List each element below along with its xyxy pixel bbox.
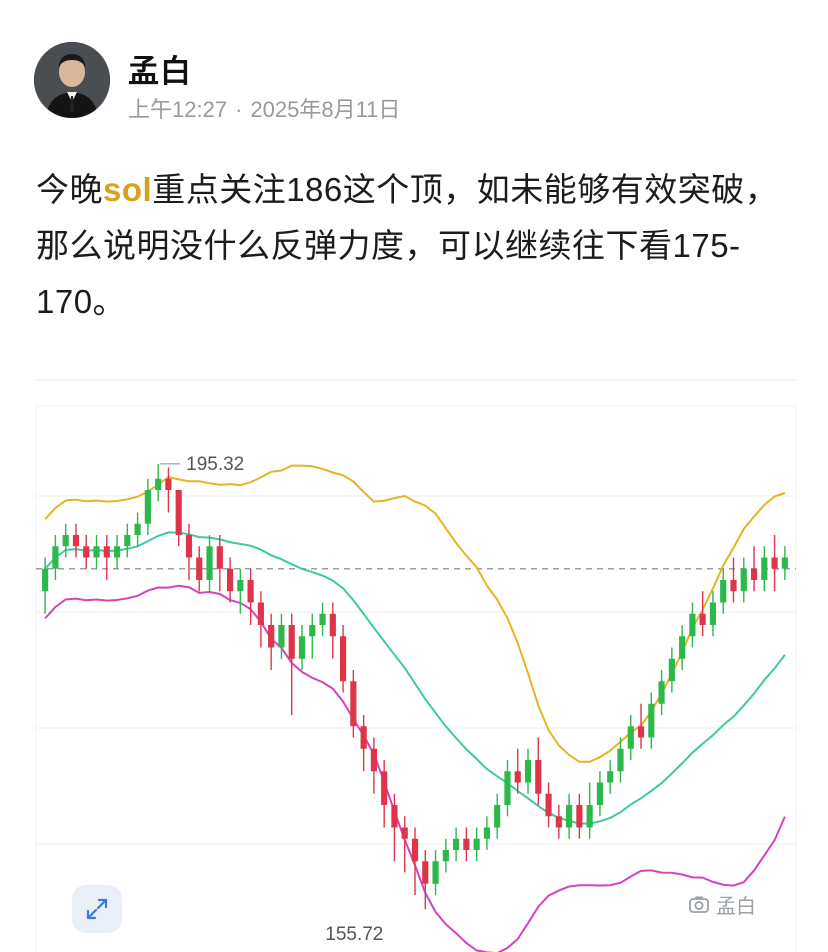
candle-body <box>504 771 511 805</box>
candle-body <box>566 805 573 828</box>
candle-body <box>319 613 326 625</box>
post-text-before: 今晚 <box>36 171 103 208</box>
candle-body <box>226 568 234 592</box>
expand-button[interactable] <box>72 885 122 933</box>
candle-body <box>52 546 59 569</box>
candle-body <box>155 478 162 490</box>
candle-body <box>617 748 624 772</box>
candle-body <box>627 726 634 749</box>
candles-group <box>42 463 788 910</box>
watermark-text: 孟白 <box>716 896 756 918</box>
upper-band-line <box>44 464 786 763</box>
candle-body <box>709 602 717 625</box>
candle-body <box>83 546 90 558</box>
candle-body <box>175 490 182 535</box>
candle-body <box>699 613 706 625</box>
candle-body <box>555 816 562 828</box>
candle-body <box>196 557 203 580</box>
candle-body <box>411 838 419 862</box>
candle-body <box>730 580 737 592</box>
candle-body <box>432 861 439 884</box>
candle-body <box>586 805 593 828</box>
candle-body <box>463 838 470 850</box>
candle-body <box>340 636 347 682</box>
candle-body <box>391 805 398 828</box>
candle-body <box>689 613 696 637</box>
candle-body <box>329 613 336 637</box>
candle-body <box>535 760 542 794</box>
candle-body <box>494 805 501 828</box>
candle-body <box>422 861 429 884</box>
candle-body <box>483 827 490 839</box>
post-time: 上午12:27 <box>128 97 228 122</box>
candle-body <box>42 568 49 592</box>
candle-body <box>381 771 388 805</box>
post-highlight-sol[interactable]: sol <box>103 171 152 208</box>
candle-body <box>185 535 193 558</box>
candle-body <box>524 760 532 783</box>
candle-body <box>124 535 131 547</box>
post-meta: 上午12:27 · 2025年8月11日 <box>128 92 400 124</box>
candle-body <box>144 490 151 524</box>
candle-body <box>576 805 583 828</box>
candle-body <box>648 703 655 738</box>
candle-body <box>720 580 727 603</box>
candle-body <box>607 771 614 783</box>
candle-body <box>761 557 768 580</box>
candlestick-chart: 195.32 155.72 <box>35 379 797 952</box>
post-text: 今晚sol重点关注186这个顶，如未能够有效突破，那么说明没什么反弹力度，可以继… <box>36 162 806 330</box>
candle-body <box>658 681 665 704</box>
candle-body <box>93 546 100 558</box>
camera-icon <box>689 896 709 913</box>
candle-body <box>350 681 357 727</box>
candle-body <box>113 546 121 558</box>
candle-body <box>298 636 306 659</box>
author-name[interactable]: 孟白 <box>128 46 192 91</box>
candle-body <box>442 850 449 862</box>
candle-body <box>216 546 223 569</box>
candle-body <box>771 557 778 569</box>
post-date: 2025年8月11日 <box>250 97 401 122</box>
candle-body <box>750 568 758 580</box>
candle-body <box>103 546 110 558</box>
candle-body <box>514 771 521 783</box>
candle-body <box>165 478 172 490</box>
candle-body <box>288 625 295 659</box>
candle-body <box>278 625 285 648</box>
chart-image[interactable]: 195.32 155.72 <box>0 340 828 952</box>
avatar-image <box>34 42 110 118</box>
candle-body <box>206 546 213 580</box>
lower-band-line <box>44 584 786 952</box>
candle-body <box>247 580 254 603</box>
candle-body <box>237 580 244 592</box>
candle-body <box>637 726 645 738</box>
candle-body <box>668 658 675 682</box>
candle-body <box>679 636 686 659</box>
candle-body <box>473 838 480 850</box>
candle-body <box>257 602 264 625</box>
candle-body <box>134 523 141 535</box>
candle-body <box>740 568 747 592</box>
candle-body <box>781 557 788 569</box>
candle-body <box>268 625 275 648</box>
candle-body <box>596 782 604 805</box>
expand-icon <box>86 898 108 920</box>
watermark: 孟白 <box>688 890 756 919</box>
author-avatar[interactable] <box>34 42 110 118</box>
candle-body <box>360 726 367 749</box>
high-price-label: 195.32 <box>186 454 244 475</box>
candle-body <box>453 838 460 850</box>
candle-body <box>309 625 316 637</box>
low-price-label: 155.72 <box>325 924 383 945</box>
candle-body <box>72 535 80 547</box>
candle-body <box>545 793 552 817</box>
meta-separator: · <box>235 97 243 122</box>
candle-body <box>401 827 408 839</box>
candle-body <box>62 535 69 547</box>
candle-body <box>370 748 377 772</box>
